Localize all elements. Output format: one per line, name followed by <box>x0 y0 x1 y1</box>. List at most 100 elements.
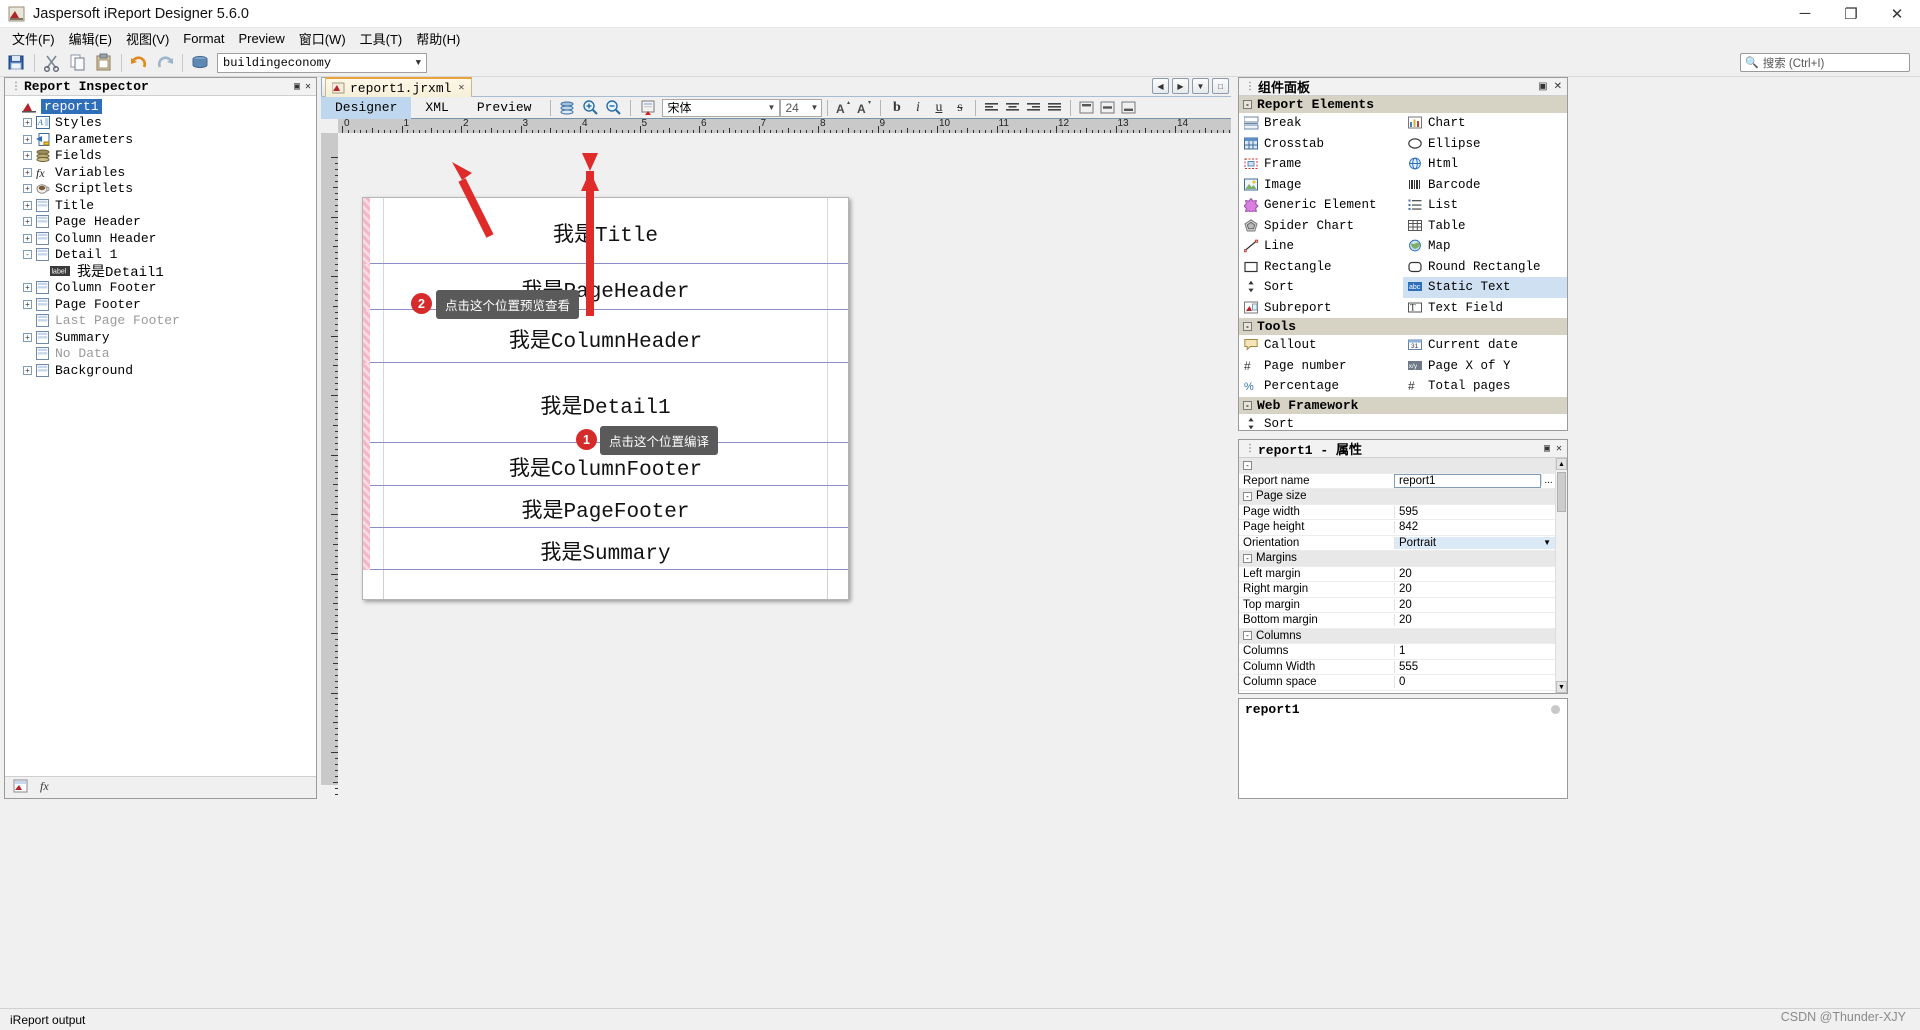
property-row-margins[interactable]: - Margins <box>1239 551 1555 567</box>
band-static-text[interactable]: 我是Summary <box>383 536 828 566</box>
band-static-text[interactable]: 我是ColumnHeader <box>383 324 828 354</box>
palette-group-web-framework[interactable]: - Web Framework <box>1239 396 1567 414</box>
property-value[interactable]: Portrait ▼ <box>1394 536 1555 549</box>
decrease-font-icon[interactable]: A <box>855 98 874 117</box>
property-row-bottom-margin[interactable]: Bottom margin 20 <box>1239 613 1555 629</box>
file-tab-close-icon[interactable]: ✕ <box>458 82 464 94</box>
palette-item-static-text[interactable]: abc Static Text <box>1403 277 1567 298</box>
panel-close-icon[interactable]: ✕ <box>305 81 311 93</box>
expand-toggle-icon[interactable]: + <box>23 200 32 210</box>
palette-item-callout[interactable]: Callout <box>1239 335 1403 356</box>
band-static-text[interactable]: 我是PageFooter <box>383 494 828 524</box>
palette-group-report-elements[interactable]: - Report Elements <box>1239 96 1567 113</box>
strikethrough-icon[interactable]: s <box>950 98 969 117</box>
zoom-out-icon[interactable] <box>604 98 623 117</box>
palette-item-line[interactable]: Line <box>1239 236 1403 257</box>
collapse-toggle-icon[interactable]: - <box>1243 491 1252 501</box>
collapse-toggle-icon[interactable]: - <box>1243 631 1252 641</box>
preview-run-icon[interactable] <box>638 98 657 117</box>
palette-item-frame[interactable]: Frame <box>1239 154 1403 175</box>
panel-close-icon[interactable]: ✕ <box>1556 443 1562 455</box>
file-tab-report1[interactable]: report1.jrxml ✕ <box>325 77 473 97</box>
panel-float-icon[interactable]: ▣ <box>294 81 300 93</box>
expand-toggle-icon[interactable]: + <box>23 332 32 342</box>
property-value[interactable]: 1 <box>1394 645 1555 658</box>
palette-item-map[interactable]: Map <box>1403 236 1567 257</box>
band-static-text[interactable]: 我是Title <box>383 218 828 248</box>
minimize-button[interactable]: ─ <box>1782 0 1828 28</box>
property-row-columns[interactable]: - Columns <box>1239 628 1555 644</box>
menu-file[interactable]: 文件(F) <box>5 27 62 50</box>
drag-handle-icon[interactable]: ⋮ <box>11 81 21 93</box>
band-title[interactable]: 我是Title <box>363 198 848 264</box>
tree-item-detail1[interactable]: label 我是Detail1 <box>5 263 316 281</box>
property-value[interactable]: 20 <box>1394 583 1555 596</box>
tree-item-page-header[interactable]: + Page Header <box>5 214 316 231</box>
property-browse-button[interactable]: ... <box>1541 475 1555 487</box>
redo-icon[interactable] <box>154 52 176 74</box>
menu-tools[interactable]: 工具(T) <box>353 27 410 50</box>
expand-toggle-icon[interactable]: + <box>23 184 32 194</box>
expand-toggle-icon[interactable]: + <box>23 118 32 128</box>
palette-item-rectangle[interactable]: Rectangle <box>1239 257 1403 278</box>
valign-top-icon[interactable] <box>1077 98 1096 117</box>
scroll-tabs-right-button[interactable]: ▶ <box>1172 78 1189 94</box>
palette-item-sort[interactable]: Sort <box>1239 277 1403 298</box>
property-row-group[interactable]: - <box>1239 458 1555 474</box>
property-value[interactable]: 842 <box>1394 521 1555 534</box>
collapse-toggle-icon[interactable]: - <box>1243 100 1252 109</box>
italic-icon[interactable]: i <box>908 98 927 117</box>
valign-middle-icon[interactable] <box>1098 98 1117 117</box>
menu-format[interactable]: Format <box>176 29 231 48</box>
band-summary[interactable]: 我是Summary <box>363 528 848 570</box>
align-right-icon[interactable] <box>1024 98 1043 117</box>
cut-icon[interactable] <box>41 52 63 74</box>
property-row-top-margin[interactable]: Top margin 20 <box>1239 598 1555 613</box>
palette-item-page-x-of-y[interactable]: x/y Page X of Y <box>1403 356 1567 377</box>
palette-item-total-pages[interactable]: # Total pages <box>1403 376 1567 397</box>
increase-font-icon[interactable]: A <box>834 98 853 117</box>
drag-handle-icon[interactable]: ⋮ <box>1245 443 1255 455</box>
underline-icon[interactable]: u <box>929 98 948 117</box>
band-resize-handle[interactable] <box>363 198 370 264</box>
expand-toggle-icon[interactable]: + <box>23 134 32 144</box>
collapse-toggle-icon[interactable]: - <box>1243 553 1252 563</box>
datasource-icon[interactable] <box>189 52 211 74</box>
palette-item-percentage[interactable]: % Percentage <box>1239 376 1403 397</box>
property-value[interactable]: 20 <box>1394 567 1555 580</box>
maximize-button[interactable]: ❐ <box>1828 0 1874 28</box>
property-value[interactable]: 20 <box>1394 614 1555 627</box>
band-resize-handle[interactable] <box>363 363 370 443</box>
property-row-page-height[interactable]: Page height 842 <box>1239 520 1555 536</box>
palette-item-list[interactable]: List <box>1403 195 1567 216</box>
maximize-editor-button[interactable]: □ <box>1212 78 1229 94</box>
collapse-toggle-icon[interactable]: - <box>1243 322 1252 331</box>
property-row-column-space[interactable]: Column space 0 <box>1239 675 1555 691</box>
tree-item-column-header[interactable]: + Column Header <box>5 230 316 247</box>
property-row-page-width[interactable]: Page width 595 <box>1239 505 1555 520</box>
tab-preview[interactable]: Preview <box>463 97 546 119</box>
palette-item-ellipse[interactable]: Ellipse <box>1403 134 1567 155</box>
palette-item-barcode[interactable]: Barcode <box>1403 175 1567 196</box>
property-row-left-margin[interactable]: Left margin 20 <box>1239 567 1555 582</box>
tree-item-background[interactable]: + Background <box>5 362 316 379</box>
tab-designer[interactable]: Designer <box>321 96 412 119</box>
band-resize-handle[interactable] <box>363 528 370 570</box>
report-page[interactable]: 我是Title 我是PageHeader 我是ColumnHeader 我是Detai… <box>362 197 849 600</box>
copy-icon[interactable] <box>67 52 89 74</box>
palette-item-current-date[interactable]: 31 Current date <box>1403 335 1567 356</box>
palette-item-break[interactable]: Break <box>1239 113 1403 134</box>
scroll-tabs-left-button[interactable]: ◀ <box>1152 78 1169 94</box>
property-row-columns[interactable]: Columns 1 <box>1239 644 1555 660</box>
tree-item-report1[interactable]: report1 <box>5 98 316 115</box>
property-row-column-width[interactable]: Column Width 555 <box>1239 660 1555 675</box>
expand-toggle-icon[interactable]: + <box>23 365 32 375</box>
stack-icon[interactable] <box>558 98 577 117</box>
tree-item-column-footer[interactable]: + Column Footer <box>5 280 316 297</box>
tree-item-parameters[interactable]: + Parameters <box>5 131 316 148</box>
property-row-report-name[interactable]: Report name report1... <box>1239 473 1555 489</box>
expand-toggle-icon[interactable]: + <box>23 151 32 161</box>
scroll-down-button[interactable]: ▼ <box>1556 681 1567 693</box>
drag-handle-icon[interactable]: ⋮ <box>1245 81 1255 92</box>
property-value[interactable]: 555 <box>1394 660 1555 673</box>
